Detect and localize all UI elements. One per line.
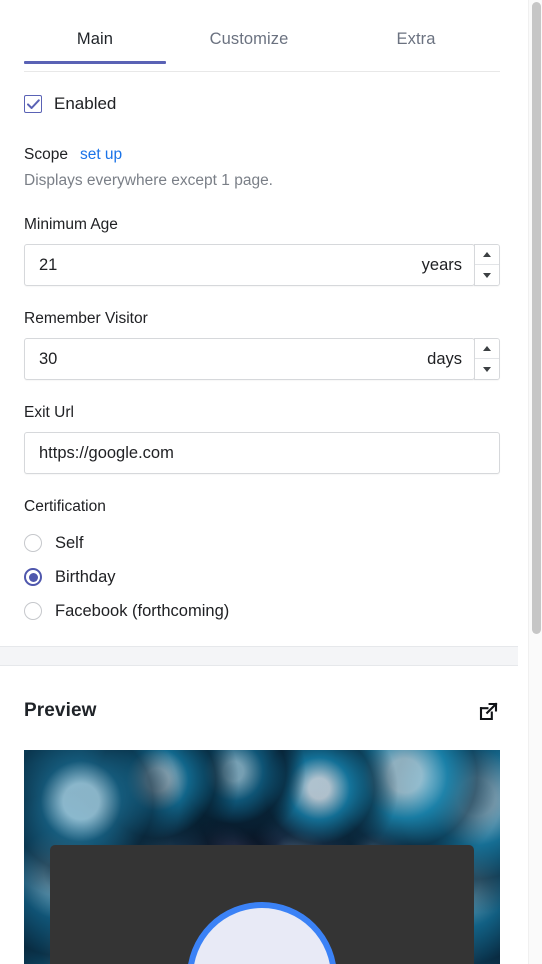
chevron-up-icon — [483, 346, 491, 351]
plugin-settings-panel: Main Customize Extra Enabled Scope set u… — [0, 0, 542, 964]
radio-birthday[interactable] — [24, 568, 42, 586]
preview-title: Preview — [24, 700, 97, 721]
minimum-age-input-box[interactable]: years — [24, 244, 475, 286]
remember-visitor-label: Remember Visitor — [24, 310, 148, 327]
tab-customize-label: Customize — [209, 30, 289, 48]
minimum-age-field: Minimum Age years — [24, 216, 500, 286]
certification-option-self[interactable]: Self — [24, 526, 500, 560]
tab-extra-label: Extra — [396, 30, 436, 48]
exit-url-input[interactable] — [39, 443, 487, 463]
remember-visitor-input[interactable] — [39, 349, 420, 369]
certification-option-facebook[interactable]: Facebook (forthcoming) — [24, 594, 500, 628]
exit-url-field: Exit Url — [24, 404, 500, 474]
remember-visitor-input-box[interactable]: days — [24, 338, 475, 380]
exit-url-label: Exit Url — [24, 404, 74, 421]
preview-popout-button[interactable] — [476, 699, 500, 723]
preview-stage[interactable] — [24, 750, 500, 964]
certification-radio-group: Self Birthday Facebook (forthcoming) — [24, 526, 500, 628]
settings-section: Main Customize Extra Enabled Scope set u… — [0, 0, 518, 646]
scope-line: Scope set up — [24, 146, 500, 164]
external-link-icon — [479, 702, 497, 720]
check-icon — [26, 98, 40, 109]
chevron-down-icon — [483, 366, 491, 372]
scope-block: Scope set up Displays everywhere except … — [24, 146, 500, 190]
remember-visitor-increment-button[interactable] — [475, 339, 499, 359]
minimum-age-decrement-button[interactable] — [475, 265, 499, 285]
minimum-age-increment-button[interactable] — [475, 245, 499, 265]
enabled-label: Enabled — [54, 94, 117, 113]
minimum-age-input[interactable] — [39, 255, 414, 275]
remember-visitor-stepper[interactable] — [474, 338, 500, 380]
preview-header: Preview — [24, 699, 500, 723]
radio-self-label: Self — [55, 533, 84, 552]
exit-url-input-wrap — [24, 432, 500, 474]
minimum-age-unit: years — [421, 255, 462, 274]
minimum-age-label: Minimum Age — [24, 216, 118, 233]
remember-visitor-decrement-button[interactable] — [475, 359, 499, 379]
chevron-up-icon — [483, 252, 491, 257]
tab-main[interactable]: Main — [24, 24, 166, 64]
minimum-age-input-wrap: years — [24, 244, 500, 286]
enabled-checkbox-row[interactable]: Enabled — [24, 90, 500, 118]
enabled-checkbox[interactable] — [24, 95, 42, 113]
certification-option-birthday[interactable]: Birthday — [24, 560, 500, 594]
radio-facebook-label: Facebook (forthcoming) — [55, 601, 230, 620]
certification-label: Certification — [24, 498, 106, 515]
radio-birthday-label: Birthday — [55, 567, 116, 586]
exit-url-input-box[interactable] — [24, 432, 500, 474]
remember-visitor-input-wrap: days — [24, 338, 500, 380]
tab-main-label: Main — [76, 30, 114, 48]
preview-logo-icon — [187, 902, 337, 964]
section-divider-band — [0, 646, 518, 666]
vertical-scrollbar-thumb[interactable] — [532, 2, 541, 634]
tab-bar: Main Customize Extra — [24, 24, 500, 72]
tab-extra[interactable]: Extra — [332, 24, 500, 63]
vertical-scrollbar-track[interactable] — [528, 0, 542, 964]
settings-form: Enabled Scope set up Displays everywhere… — [24, 90, 500, 652]
scope-set-up-link[interactable]: set up — [80, 146, 122, 164]
radio-facebook[interactable] — [24, 602, 42, 620]
tab-customize[interactable]: Customize — [166, 24, 332, 63]
chevron-down-icon — [483, 272, 491, 278]
remember-visitor-unit: days — [427, 349, 462, 368]
certification-field: Certification Self Birthday Facebook (fo… — [24, 498, 500, 628]
scope-description: Displays everywhere except 1 page. — [24, 172, 273, 189]
scope-title: Scope — [24, 146, 68, 163]
preview-age-gate-modal — [50, 845, 474, 964]
preview-section: Preview — [0, 667, 518, 964]
minimum-age-stepper[interactable] — [474, 244, 500, 286]
radio-self[interactable] — [24, 534, 42, 552]
remember-visitor-field: Remember Visitor days — [24, 310, 500, 380]
